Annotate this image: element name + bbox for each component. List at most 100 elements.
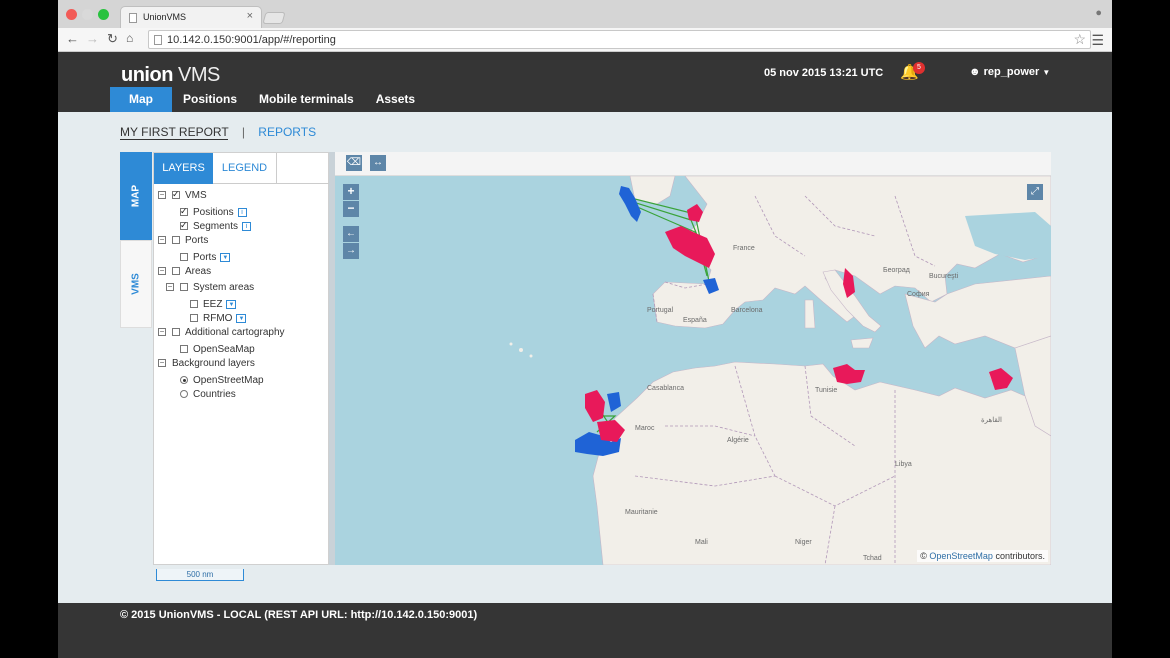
checkbox-segments[interactable] — [180, 219, 188, 232]
tree-label: OpenSeaMap — [193, 344, 255, 355]
zoom-out-button[interactable]: − — [343, 201, 359, 217]
radio-countries[interactable] — [180, 390, 188, 399]
measure-icon[interactable]: ↔ — [370, 155, 386, 171]
eraser-icon[interactable]: ⌫ — [346, 155, 362, 171]
checkbox-additional-cartography[interactable] — [172, 328, 180, 337]
checkbox-positions[interactable] — [180, 205, 188, 218]
nav-map[interactable]: Map — [110, 87, 172, 112]
forward-icon[interactable]: → — [86, 31, 99, 46]
collapse-icon[interactable]: − — [166, 283, 174, 292]
collapse-icon[interactable]: − — [158, 328, 166, 337]
pan-back-icon[interactable]: ← — [343, 226, 359, 242]
place-label: Mali — [695, 539, 708, 546]
bookmark-star-icon[interactable]: ☆ — [1073, 31, 1086, 48]
collapse-icon[interactable]: − — [158, 267, 166, 276]
user-menu[interactable]: ☻ rep_power ▼ — [969, 66, 1050, 78]
checkbox-ports[interactable] — [180, 253, 188, 262]
breadcrumb-reports-link[interactable]: REPORTS — [258, 125, 316, 139]
dropdown-icon[interactable]: ▼ — [226, 299, 237, 309]
dropdown-icon[interactable]: ▼ — [236, 313, 247, 323]
place-label: Portugal — [647, 307, 674, 314]
caret-down-icon: ▼ — [1042, 68, 1051, 77]
tree-additional-cartography: − Additional cartography — [158, 326, 285, 339]
logo-rest: VMS — [178, 64, 220, 86]
browser-menu-icon[interactable]: ☰ — [1091, 32, 1104, 49]
page-icon — [129, 13, 137, 23]
tree-background-layers: − Background layers — [158, 357, 255, 370]
checkbox-eez[interactable] — [190, 300, 198, 309]
new-tab-button[interactable] — [262, 12, 286, 24]
tree-label: System areas — [193, 282, 255, 293]
home-icon[interactable]: ⌂ — [126, 31, 133, 45]
checkbox-openseamap[interactable] — [180, 345, 188, 354]
nav-mobile-terminals[interactable]: Mobile terminals — [248, 87, 365, 112]
place-label: Mauritanie — [625, 509, 658, 516]
url-text[interactable]: 10.142.0.150:9001/app/#/reporting — [167, 34, 336, 46]
checkbox-ports-group[interactable] — [172, 236, 180, 245]
fullscreen-icon[interactable]: ⤢ — [1027, 184, 1043, 200]
maximize-window-button[interactable] — [98, 9, 109, 20]
tree-ports-group: − Ports — [158, 234, 208, 247]
place-label: France — [733, 245, 755, 252]
footer-text: © 2015 UnionVMS - LOCAL (REST API URL: h… — [120, 609, 478, 621]
map-view[interactable]: France España Portugal Maroc Algérie Tun… — [335, 176, 1051, 565]
place-label: Barcelona — [731, 307, 763, 314]
layers-panel: LAYERS LEGEND −VMS Positionsi Segmentsi … — [153, 152, 330, 565]
openstreetmap-link[interactable]: OpenStreetMap — [929, 551, 993, 561]
place-label: Algérie — [727, 437, 749, 444]
side-tab-map[interactable]: MAP — [120, 152, 152, 240]
app-logo[interactable]: union VMS — [121, 64, 220, 87]
tab-legend[interactable]: LEGEND — [213, 153, 277, 184]
radio-openstreetmap[interactable] — [180, 376, 188, 385]
dropdown-icon[interactable]: ▼ — [220, 252, 231, 262]
browser-window: UnionVMS × ● ← → ↻ ⌂ 10.142.0.150:9001/a… — [58, 0, 1112, 658]
collapse-icon[interactable]: − — [158, 236, 166, 245]
address-bar[interactable]: 10.142.0.150:9001/app/#/reporting ☆ — [148, 30, 1091, 49]
info-icon[interactable]: i — [237, 207, 247, 217]
checkbox-system-areas[interactable] — [180, 283, 188, 292]
pan-forward-icon[interactable]: → — [343, 243, 359, 259]
place-label: Maroc — [635, 425, 655, 432]
tree-label: VMS — [185, 190, 207, 201]
tree-label: Ports — [185, 235, 209, 246]
tree-label: Ports — [193, 252, 217, 263]
place-label: София — [907, 291, 930, 298]
profile-icon[interactable]: ● — [1095, 7, 1102, 19]
tree-segments: Segmentsi — [180, 219, 252, 233]
tree-openseamap: OpenSeaMap — [180, 343, 255, 356]
tree-positions: Positionsi — [180, 205, 247, 219]
tree-label: Positions — [193, 207, 234, 218]
zoom-in-button[interactable]: + — [343, 184, 359, 200]
logo-bold: union — [121, 64, 173, 86]
tree-areas: − Areas — [158, 265, 211, 278]
land-sicily — [850, 337, 874, 349]
back-icon[interactable]: ← — [66, 31, 79, 46]
scale-bar: 500 nm — [156, 569, 244, 581]
tab-close-icon[interactable]: × — [247, 10, 253, 22]
checkbox-vms[interactable] — [172, 188, 180, 201]
app-header: union VMS 05 nov 2015 13:21 UTC 🔔 5 ☻ re… — [58, 52, 1112, 112]
tree-label: Additional cartography — [185, 327, 285, 338]
reload-icon[interactable]: ↻ — [107, 31, 118, 47]
checkbox-areas[interactable] — [172, 267, 180, 276]
page-icon — [154, 35, 162, 45]
tree-countries: Countries — [180, 388, 236, 401]
notification-badge[interactable]: 5 — [913, 62, 925, 74]
land-island — [509, 342, 513, 346]
place-label: Niger — [795, 539, 812, 546]
tab-layers[interactable]: LAYERS — [154, 153, 213, 184]
checkbox-rfmo[interactable] — [190, 314, 198, 323]
nav-positions[interactable]: Positions — [172, 87, 248, 112]
collapse-icon[interactable]: − — [158, 359, 166, 368]
collapse-icon[interactable]: − — [158, 191, 166, 200]
info-icon[interactable]: i — [242, 221, 252, 231]
nav-assets[interactable]: Assets — [365, 87, 426, 112]
breadcrumb-separator: | — [241, 125, 245, 139]
breadcrumb-current: MY FIRST REPORT — [120, 125, 229, 140]
browser-tab[interactable]: UnionVMS × — [120, 6, 262, 28]
panel-tabs: LAYERS LEGEND — [154, 153, 330, 184]
close-window-button[interactable] — [66, 9, 77, 20]
side-tab-vms[interactable]: VMS — [120, 240, 152, 328]
minimize-window-button[interactable] — [82, 9, 93, 20]
tree-label: RFMO — [203, 313, 233, 324]
